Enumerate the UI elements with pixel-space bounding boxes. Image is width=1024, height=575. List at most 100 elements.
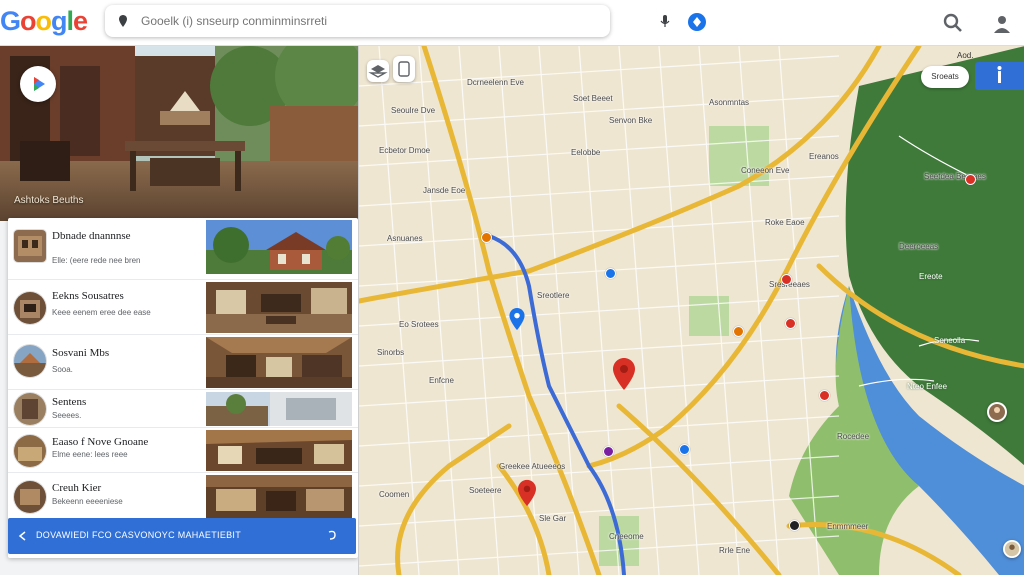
list-item-photo[interactable] <box>206 392 352 426</box>
list-item-subtitle: Elme eene: lees reee <box>52 450 128 459</box>
place-thumbnail <box>14 230 46 262</box>
list-item-text: Dbnade dnannnse Elle: (eere rede nee bre… <box>52 230 141 266</box>
list-item-photo[interactable] <box>206 430 352 471</box>
map-label: Seetdea Berpaes <box>924 172 986 181</box>
poi-marker-icon[interactable] <box>781 274 792 285</box>
cta-label: DOVAWIEDI FCO CASVONOYC MAHAETIEBIT <box>36 530 242 540</box>
info-icon <box>997 66 1002 83</box>
poi-marker-icon[interactable] <box>785 318 796 329</box>
list-item-subtitle: Sooa. <box>52 365 73 374</box>
microphone-icon[interactable] <box>657 13 673 29</box>
list-item-text: Eaaso f Nove Gnoane Elme eene: lees reee <box>52 436 148 460</box>
directions-icon <box>693 17 701 27</box>
google-logo[interactable]: Google <box>0 6 88 37</box>
map-label: Soneolla <box>934 336 966 345</box>
arrow-left-icon <box>18 531 26 541</box>
list-item-subtitle: Elle: (eere rede nee bren <box>52 256 141 265</box>
list-item-photo[interactable] <box>206 282 352 333</box>
person-icon <box>989 404 1005 420</box>
poi-marker-icon[interactable] <box>789 520 800 531</box>
map-label: Rrle Ene <box>719 546 751 555</box>
list-item[interactable]: Eekns Sousatres Keee eenem eree dee ease <box>8 280 358 335</box>
map-directions-tab[interactable] <box>975 62 1024 90</box>
route-start-icon[interactable] <box>509 308 525 330</box>
list-item-subtitle: Seeees. <box>52 411 82 420</box>
map-label: Asonmntas <box>709 98 750 107</box>
map-label: Sle Gar <box>539 514 567 523</box>
map-corner-label: Aod. <box>957 51 974 60</box>
map-label: Enfcne <box>429 376 454 385</box>
search-input[interactable] <box>141 10 541 32</box>
directions-cta-button[interactable]: DOVAWIEDI FCO CASVONOYC MAHAETIEBIT <box>8 518 356 554</box>
map-label: Senvon Bke <box>609 116 653 125</box>
account-icon[interactable] <box>992 14 1012 34</box>
map-label: Coneeon Eve <box>741 166 790 175</box>
search-icon[interactable] <box>942 12 964 34</box>
list-item-title: Eekns Sousatres <box>52 290 124 302</box>
map-label: Eelobbe <box>571 148 601 157</box>
results-panel: Dbnade dnannnse Elle: (eere rede nee bre… <box>8 218 358 558</box>
poi-marker-icon[interactable] <box>605 268 616 279</box>
map-filter-chip[interactable]: Sroeats <box>921 66 969 88</box>
poi-marker-icon[interactable] <box>819 390 830 401</box>
list-item-title: Creuh Kier <box>52 482 102 494</box>
poi-marker-icon[interactable] <box>733 326 744 337</box>
list-item-title: Sentens <box>52 396 87 408</box>
list-item[interactable]: Eaaso f Nove Gnoane Elme eene: lees reee <box>8 428 358 473</box>
list-item-photo[interactable] <box>206 475 352 519</box>
map-pin-icon[interactable] <box>518 479 536 507</box>
share-icon <box>328 530 336 540</box>
park-patch <box>689 296 729 336</box>
pin-icon <box>119 15 127 27</box>
map-label: Ereanos <box>809 152 839 161</box>
layers-icon <box>368 65 388 78</box>
map-label: Deeroeeas <box>899 242 939 251</box>
poi-marker-icon[interactable] <box>965 174 976 185</box>
place-thumbnail <box>14 481 46 513</box>
map-label: Cneeome <box>609 532 644 541</box>
share-map-button[interactable] <box>393 56 415 82</box>
place-thumbnail <box>14 393 46 425</box>
park-patch <box>709 126 769 186</box>
hero-caption: Ashtoks Beuths <box>14 195 84 206</box>
list-item-title: Dbnade dnannnse <box>52 230 131 242</box>
list-item[interactable]: Creuh Kier Bekeenn eeeeniese <box>8 473 358 523</box>
map-label: Rocedee <box>837 432 870 441</box>
poi-marker-icon[interactable] <box>603 446 614 457</box>
user-photo-pin[interactable] <box>987 402 1007 422</box>
list-item-photo[interactable] <box>206 337 352 388</box>
list-item[interactable]: Sosvani Mbs Sooa. <box>8 335 358 390</box>
place-thumbnail <box>14 435 46 467</box>
map-label: Ecbetor Dmoe <box>379 146 431 155</box>
user-photo-pin[interactable] <box>1003 540 1021 558</box>
list-item-text: Eekns Sousatres Keee eenem eree dee ease <box>52 290 151 318</box>
list-item-text: Creuh Kier Bekeenn eeeeniese <box>52 482 123 507</box>
poi-marker-icon[interactable] <box>679 444 690 455</box>
list-item-text: Sosvani Mbs Sooa. <box>52 347 109 375</box>
list-item-photo[interactable] <box>206 220 352 274</box>
map-label: Seoulre Dve <box>391 106 436 115</box>
list-item-title: Eaaso f Nove Gnoane <box>52 436 149 448</box>
map-label: Soeteere <box>469 486 502 495</box>
map-canvas[interactable]: Sroeats Aod. Dcrneelenn Eve Soet Beeet S… <box>358 46 1024 575</box>
top-bar: Google <box>0 0 1024 46</box>
map-pin-icon[interactable] <box>613 358 635 390</box>
list-item-subtitle: Keee eenem eree dee ease <box>52 308 151 317</box>
street-view-button[interactable] <box>20 66 56 102</box>
place-hero-photo[interactable]: Ashtoks Beuths <box>0 46 358 221</box>
list-item[interactable]: Sentens Seeees. <box>8 390 358 428</box>
directions-button[interactable] <box>688 13 706 31</box>
list-item-text: Sentens Seeees. <box>52 396 86 421</box>
map-label: Nteo Enfee <box>907 382 948 391</box>
list-item[interactable]: Dbnade dnannnse Elle: (eere rede nee bre… <box>8 218 358 280</box>
search-box[interactable] <box>105 5 706 37</box>
list-item-title: Sosvani Mbs <box>52 347 110 359</box>
layers-button[interactable] <box>367 60 389 82</box>
place-thumbnail <box>14 345 46 377</box>
poi-marker-icon[interactable] <box>481 232 492 243</box>
map-label: Sinorbs <box>377 348 405 357</box>
map-chip-label: Sroeats <box>931 72 959 81</box>
map-base <box>359 46 1024 575</box>
map-label: Roke Eaoe <box>765 218 805 227</box>
map-label: Eo Srotees <box>399 320 439 329</box>
